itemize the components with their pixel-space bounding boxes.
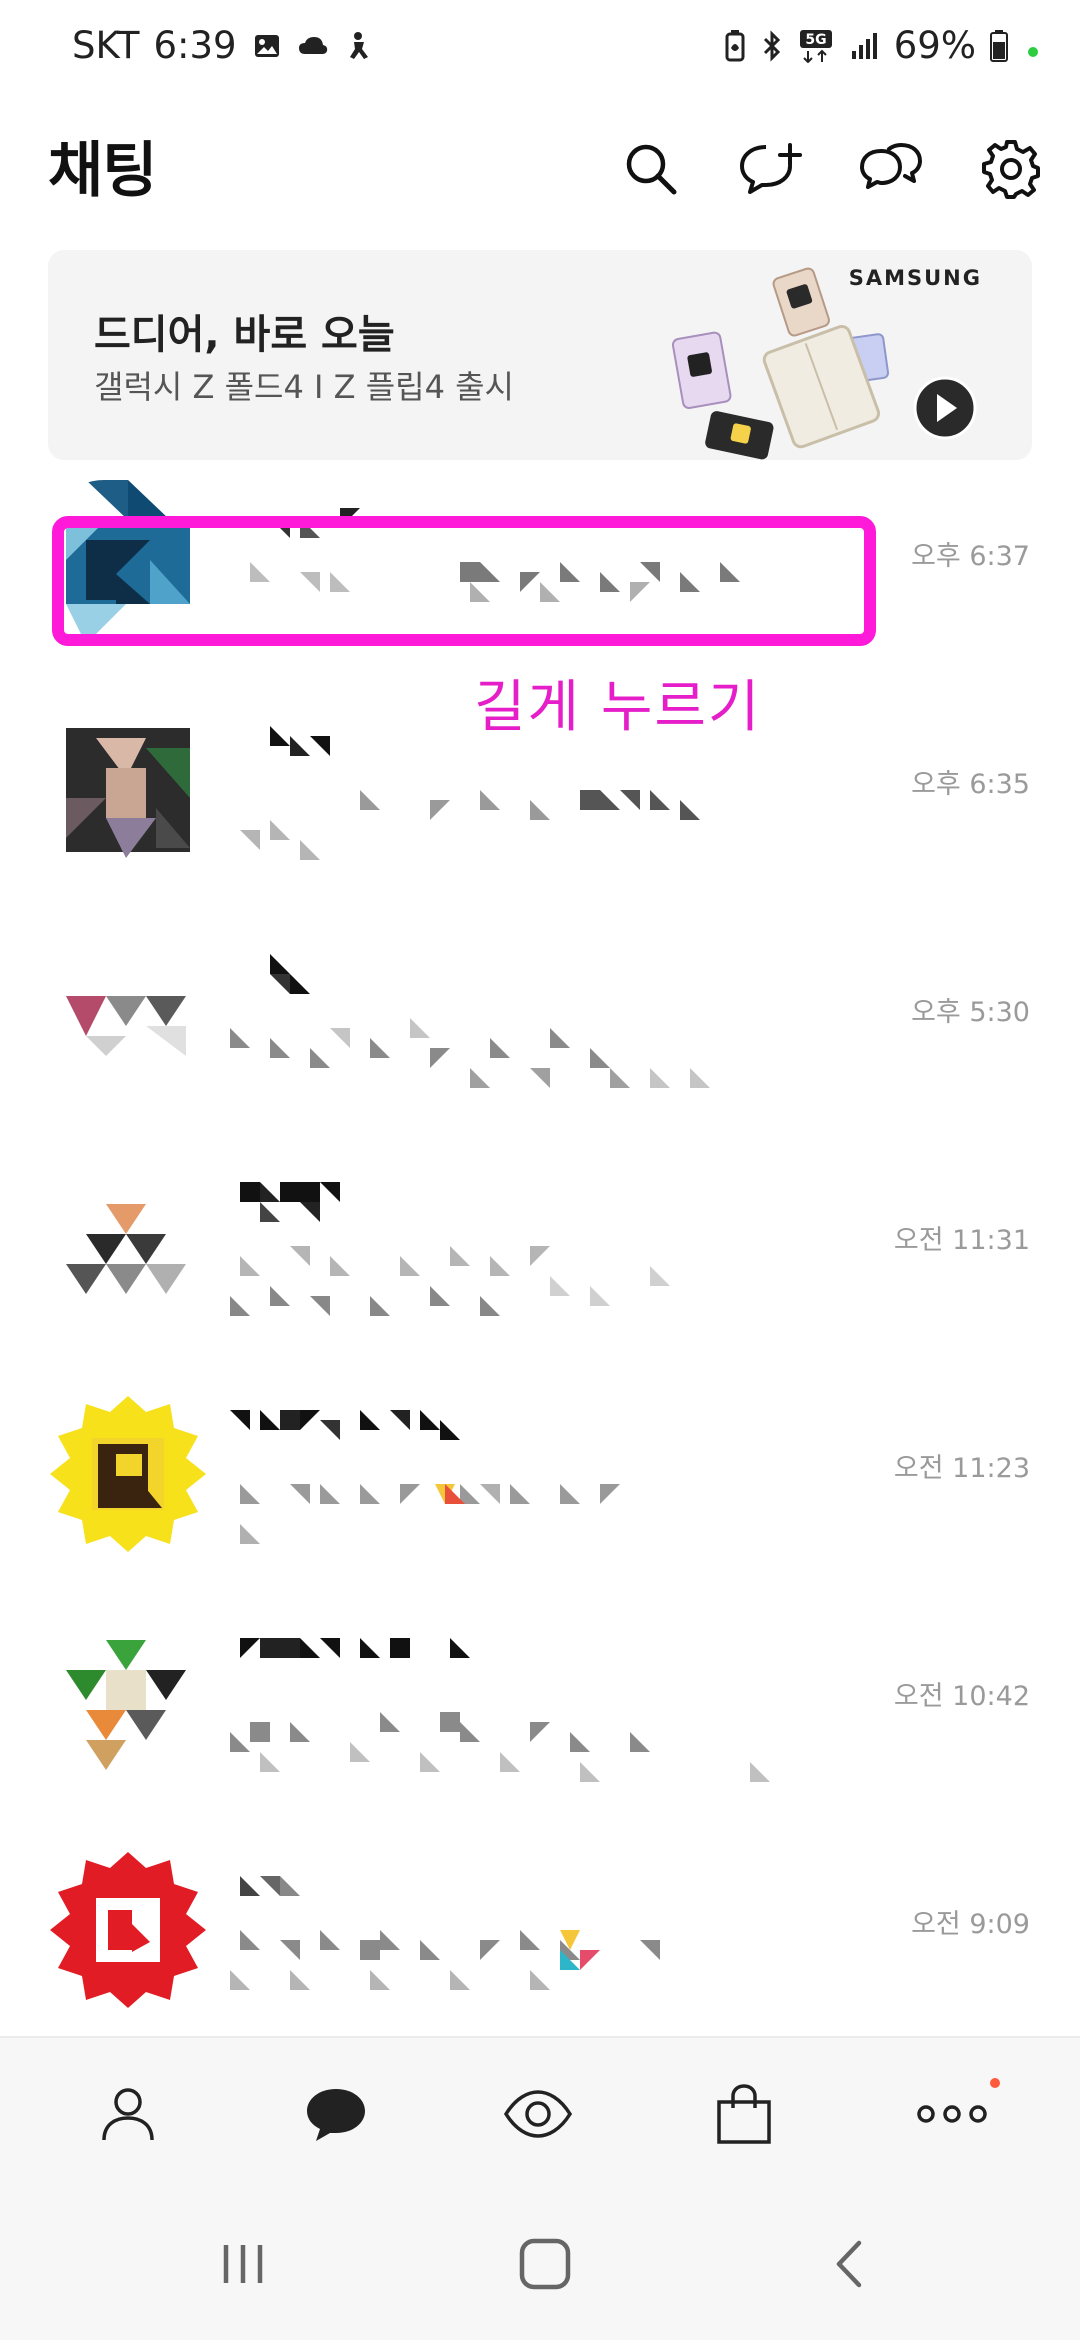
chat-avatar [46,1848,210,2012]
chat-time: 오후 5:30 [911,997,1030,1028]
nav-view[interactable] [496,2074,580,2158]
chat-preview-redacted [230,1692,830,1782]
chat-bubble-icon [303,2083,369,2149]
accessibility-icon [343,30,375,62]
banner-phones-image [671,267,977,460]
chat-name-redacted [230,1400,610,1452]
signal-icon [850,31,880,61]
promo-banner[interactable]: 드디어, 바로 오늘 갤럭시 Z 폴드4 I Z 플립4 출시 SAMSUNG [48,250,1032,460]
eye-icon [502,2082,574,2150]
chat-time: 오전 11:23 [893,1453,1030,1484]
back-icon [829,2237,869,2295]
chat-avatar [46,1392,210,1556]
chat-preview-redacted [230,1920,830,1990]
battery-icon [990,29,1010,62]
open-chat-button[interactable] [850,130,932,212]
battery-percent: 69% [893,24,976,67]
clock: 6:39 [153,24,237,67]
bluetooth-icon [760,29,784,62]
chat-preview-redacted [230,1236,830,1316]
chat-preview-redacted [230,780,830,860]
banner-title: 드디어, 바로 오늘 [94,312,395,358]
open-chat-icon [859,139,923,203]
chat-name-redacted [230,1628,610,1680]
system-nav-bar [0,2192,1080,2340]
banner-brand: SAMSUNG [848,266,982,290]
bottom-nav [0,2036,1080,2194]
chat-row[interactable]: 오후 5:30 [0,936,1080,1164]
chat-name-redacted [230,944,610,996]
nav-shopping[interactable] [702,2074,786,2158]
home-button[interactable] [510,2234,580,2298]
search-button[interactable] [610,130,692,212]
chat-row[interactable]: 오전 10:42 [0,1620,1080,1848]
5g-icon: 5G [798,29,836,63]
chat-avatar [46,936,210,1100]
svg-text:5G: 5G [805,32,826,48]
chat-plus-icon [738,139,804,203]
gallery-icon [251,30,283,62]
chat-time: 오후 6:37 [911,541,1030,572]
page-title: 채팅 [48,136,157,206]
long-press-label: 길게 누르기 [474,675,762,740]
online-dot [1028,47,1038,57]
recent-apps-icon [218,2239,268,2293]
cloud-icon [297,30,329,62]
nav-chats[interactable] [294,2074,378,2158]
banner-subtitle: 갤럭시 Z 폴드4 I Z 플립4 출시 [94,368,514,406]
status-bar: SKT 6:39 5G 69% [0,0,1080,100]
gear-icon [980,138,1042,204]
chat-time: 오전 10:42 [893,1681,1030,1712]
more-dots-icon [914,2102,990,2130]
chat-preview-redacted [230,1464,830,1544]
chat-avatar [46,1164,210,1328]
person-icon [96,2082,160,2150]
chat-row[interactable]: 오전 11:31 [0,1164,1080,1392]
recent-apps-button[interactable] [208,2234,278,2298]
chat-preview-redacted [230,1008,830,1088]
search-icon [621,139,681,203]
chat-avatar [46,1620,210,1784]
chat-name-redacted [230,1856,610,1908]
nav-more[interactable] [910,2074,1000,2158]
shopping-bag-icon [713,2082,775,2150]
chat-time: 오전 11:31 [893,1225,1030,1256]
battery-saver-icon [724,29,746,62]
app-header: 채팅 [0,110,1080,220]
home-icon [518,2237,572,2295]
chat-avatar [46,708,210,872]
chat-row[interactable]: 오전 11:23 [0,1392,1080,1620]
chat-time: 오후 6:35 [911,769,1030,800]
back-button[interactable] [814,2234,884,2298]
new-chat-button[interactable] [730,130,812,212]
long-press-highlight [52,516,876,646]
settings-button[interactable] [970,130,1052,212]
carrier-label: SKT [72,24,140,67]
chat-name-redacted [230,1172,610,1224]
chat-time: 오전 9:09 [911,1909,1030,1940]
nav-friends[interactable] [86,2074,170,2158]
notification-dot [990,2078,1000,2088]
